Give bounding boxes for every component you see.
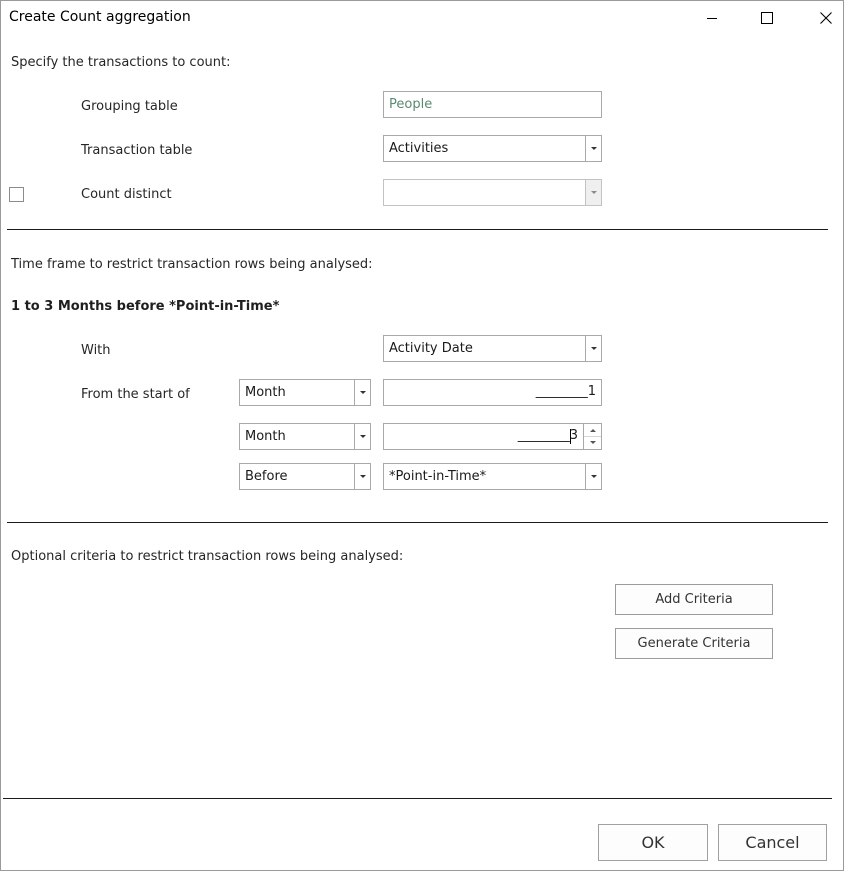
chevron-down-icon [359,475,366,478]
date-column-dropdown-button[interactable] [585,336,601,361]
spin-down-button[interactable] [584,436,601,448]
timeframe-summary: 1 to 3 Months before *Point-in-Time* [11,299,280,314]
relation-select[interactable]: Before [239,463,371,490]
chevron-down-icon [590,147,597,150]
transaction-table-dropdown-button[interactable] [585,136,601,161]
transaction-table-select[interactable]: Activities [383,135,602,162]
date-column-select[interactable]: Activity Date [383,335,602,362]
chevron-up-icon [589,428,596,432]
section-divider [7,229,828,230]
start-unit-select[interactable]: Month [239,379,371,406]
end-unit-value: Month [245,429,286,444]
with-label: With [81,343,111,358]
text-caret [570,429,571,444]
end-amount-spinner[interactable] [583,424,601,449]
count-distinct-dropdown-button[interactable] [585,180,601,205]
timeframe-heading: Time frame to restrict transaction rows … [11,257,373,272]
maximize-icon [761,12,773,24]
generate-criteria-button[interactable]: Generate Criteria [615,628,773,659]
grouping-table-label: Grouping table [81,99,178,114]
end-amount-value: ________3 [517,428,578,443]
ok-button[interactable]: OK [598,824,708,861]
anchor-dropdown-button[interactable] [585,464,601,489]
count-distinct-select[interactable] [383,179,602,206]
chevron-down-icon [590,347,597,350]
end-amount-stepper[interactable]: ________3 [383,423,602,450]
start-unit-value: Month [245,385,286,400]
relation-value: Before [245,469,288,484]
dialog-window: Create Count aggregation Specify the tra… [0,0,844,871]
criteria-heading: Optional criteria to restrict transactio… [11,549,404,564]
date-column-value: Activity Date [389,341,473,356]
chevron-down-icon [359,435,366,438]
close-button[interactable] [803,1,844,35]
minimize-icon [707,18,717,19]
section-divider [7,522,828,523]
chevron-down-icon [589,440,596,444]
close-icon [820,12,832,24]
start-unit-dropdown-button[interactable] [354,380,370,405]
minimize-button[interactable] [689,1,735,35]
start-amount-value: ________1 [535,384,596,399]
title-bar: Create Count aggregation [1,1,843,35]
relation-dropdown-button[interactable] [354,464,370,489]
count-distinct-checkbox[interactable] [9,187,24,202]
transaction-table-value: Activities [389,141,449,156]
grouping-table-value: People [389,97,433,112]
start-amount-input[interactable]: ________1 [383,379,602,406]
footer-divider [3,798,832,799]
end-unit-dropdown-button[interactable] [354,424,370,449]
maximize-button[interactable] [744,1,790,35]
chevron-down-icon [359,391,366,394]
anchor-select[interactable]: *Point-in-Time* [383,463,602,490]
cancel-button[interactable]: Cancel [718,824,827,861]
chevron-down-icon [590,475,597,478]
chevron-down-icon [590,191,597,194]
from-start-label: From the start of [81,387,190,402]
end-unit-select[interactable]: Month [239,423,371,450]
transaction-table-label: Transaction table [81,143,193,158]
count-distinct-label: Count distinct [81,187,172,202]
window-title: Create Count aggregation [9,9,191,25]
grouping-table-field: People [383,91,602,118]
add-criteria-button[interactable]: Add Criteria [615,584,773,615]
anchor-value: *Point-in-Time* [389,469,487,484]
transactions-heading: Specify the transactions to count: [11,55,231,70]
